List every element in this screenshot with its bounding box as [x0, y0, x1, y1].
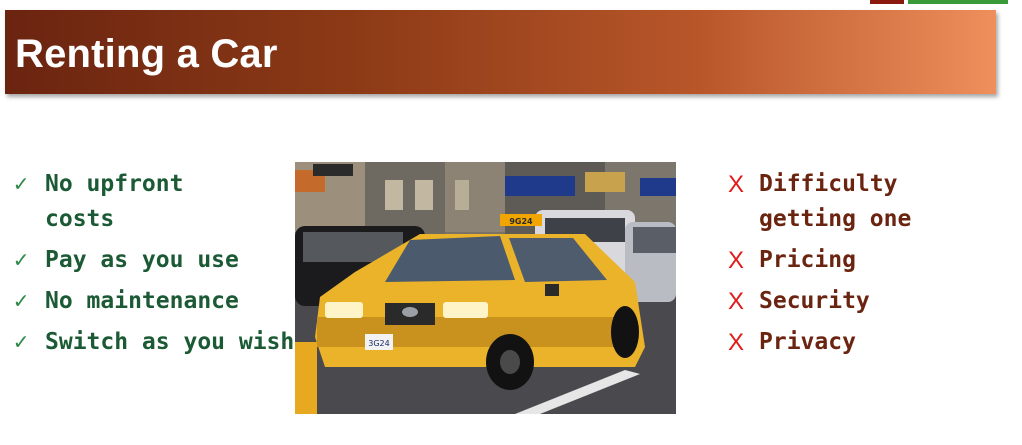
taxi-roof-sign: 9G24: [509, 217, 533, 226]
pros-item: ✓ Switch as you wish: [14, 325, 295, 360]
cons-item: X Difficulty getting one: [728, 167, 999, 237]
checkmark-icon: ✓: [14, 288, 28, 314]
x-icon: X: [728, 171, 745, 198]
checkmark-icon: ✓: [14, 171, 28, 197]
x-icon: X: [728, 247, 745, 274]
corner-decoration: [870, 0, 1010, 4]
checkmark-icon: ✓: [14, 329, 28, 355]
cons-item: X Security: [728, 284, 999, 319]
corner-accent-red: [870, 0, 904, 4]
x-icon: X: [728, 329, 745, 356]
pros-list: ✓ No upfront costs ✓ Pay as you use ✓ No…: [14, 167, 335, 366]
pros-item-text: Switch as you wish: [45, 329, 295, 355]
cons-item-text: Security: [759, 288, 870, 314]
cons-item-text: Privacy: [759, 329, 856, 355]
checkmark-icon: ✓: [14, 247, 28, 273]
slide-title: Renting a Car: [15, 32, 278, 76]
pros-item: ✓ Pay as you use: [14, 243, 335, 278]
pros-item: ✓ No upfront costs: [14, 167, 255, 237]
pros-item: ✓ No maintenance: [14, 284, 335, 319]
cons-item-text: Difficulty getting one: [759, 171, 912, 232]
corner-accent-green: [908, 0, 1008, 4]
x-icon: X: [728, 288, 745, 315]
cons-item: X Pricing: [728, 243, 999, 278]
pros-item-text: No maintenance: [45, 288, 239, 314]
pros-item-text: No upfront costs: [45, 171, 184, 232]
title-banner: Renting a Car: [5, 10, 996, 94]
pros-item-text: Pay as you use: [45, 247, 239, 273]
taxi-photo: 9G24 3G24: [295, 162, 676, 414]
cons-list: X Difficulty getting one X Pricing X Sec…: [728, 167, 999, 366]
cons-item: X Privacy: [728, 325, 999, 360]
cons-item-text: Pricing: [759, 247, 856, 273]
taxi-illustration: 9G24 3G24: [295, 162, 676, 414]
license-plate: 3G24: [368, 339, 389, 348]
